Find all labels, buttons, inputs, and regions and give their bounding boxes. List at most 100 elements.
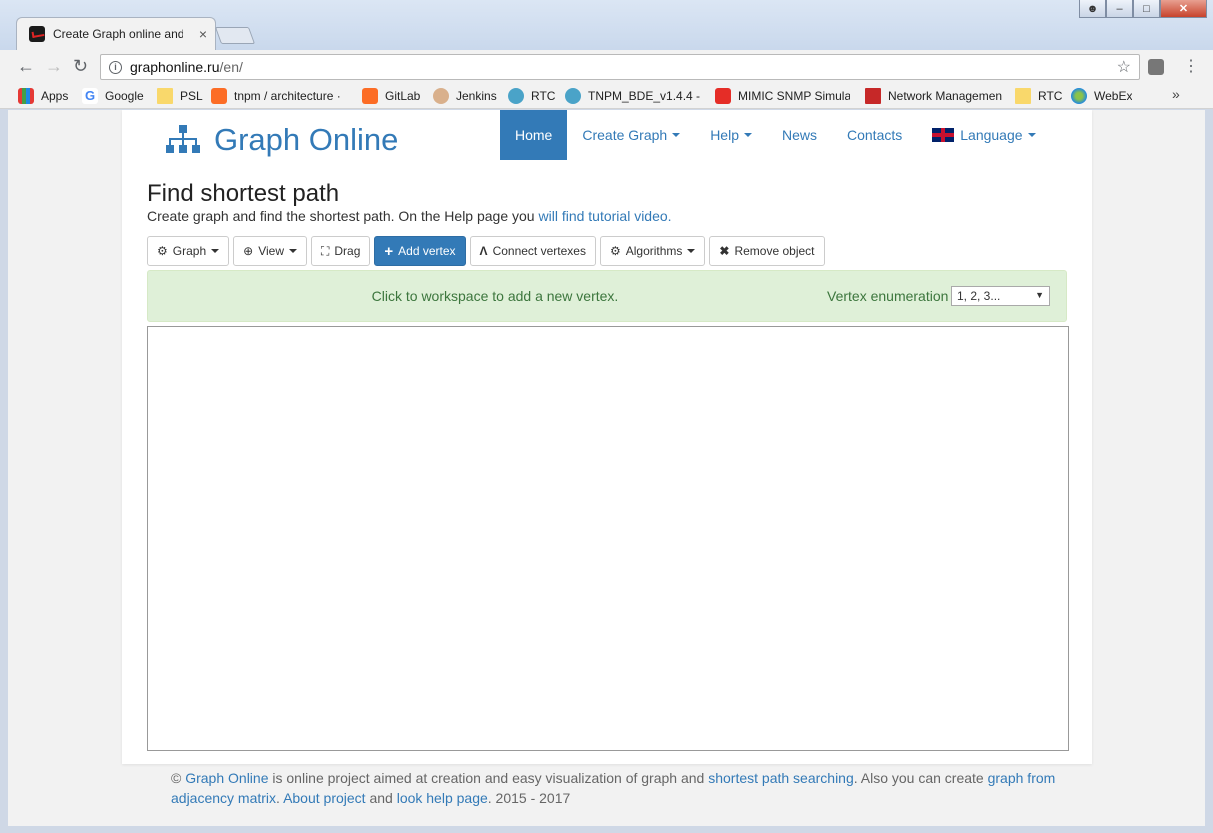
tutorial-video-link[interactable]: will find tutorial video. (538, 208, 671, 224)
caret-down-icon (211, 249, 220, 253)
caret-down-icon (743, 133, 752, 137)
gitlab-icon (211, 88, 227, 104)
bookmark-label: Google (105, 89, 144, 103)
footer-text: © (171, 770, 186, 786)
apps-grid-icon (18, 88, 34, 104)
add-vertex-button[interactable]: + Add vertex (374, 236, 466, 266)
footer-text: . Also you can create (853, 770, 988, 786)
nav-label: Contacts (847, 127, 903, 143)
youtube-icon (715, 88, 731, 104)
footer-text: and (365, 790, 397, 806)
gear-icon: ⚙ (609, 244, 621, 258)
bookmarks-overflow-button[interactable]: » (1172, 86, 1180, 102)
button-label: Graph (172, 244, 207, 258)
view-menu-button[interactable]: ⊕ View (233, 236, 307, 266)
user-icon[interactable]: ☻ (1079, 0, 1106, 18)
bookmark-label: TNPM_BDE_v1.4.4 - C (588, 89, 700, 103)
bookmark-label: GitLab (385, 89, 421, 103)
uk-flag-icon (932, 128, 955, 142)
button-label: Add vertex (398, 244, 456, 258)
bookmark-google[interactable]: G Google (82, 87, 144, 105)
connect-vertexes-button[interactable]: Λ Connect vertexes (469, 236, 596, 266)
forward-arrow-icon[interactable]: → (45, 56, 63, 77)
site-brand[interactable]: Graph Online (166, 122, 398, 158)
address-bar[interactable]: i graphonline.ru/en/ ☆ (100, 54, 1140, 80)
maximize-button[interactable]: □ (1133, 0, 1160, 18)
nav-language[interactable]: Language (917, 110, 1050, 160)
extension-icon[interactable] (1148, 59, 1164, 75)
graph-menu-button[interactable]: ⚙ Graph (147, 236, 230, 266)
browser-toolbar: ← → ↻ i graphonline.ru/en/ ☆ ⋮ (0, 50, 1213, 83)
bookmark-label: RTC (1038, 89, 1063, 103)
fullscreen-icon: ⛶ (320, 243, 330, 258)
bookmark-label: MIMIC SNMP Simulat (738, 89, 850, 103)
close-window-button[interactable]: ✕ (1160, 0, 1207, 18)
rtc-icon (508, 88, 524, 104)
button-label: Algorithms (625, 244, 683, 258)
nav-label: News (781, 127, 817, 143)
bookmark-star-icon[interactable]: ☆ (1117, 57, 1131, 77)
footer-link-shortest-path[interactable]: shortest path searching (708, 770, 854, 786)
bookmark-psl[interactable]: PSL (157, 87, 203, 105)
info-alert: Click to workspace to add a new vertex. … (147, 270, 1067, 322)
bookmark-network-management[interactable]: Network Managemen (865, 87, 1002, 105)
site-favicon-icon (29, 26, 45, 42)
select-value: 1, 2, 3... (957, 289, 1001, 303)
footer-text: is online project aimed at creation and … (268, 770, 709, 786)
alert-message: Click to workspace to add a new vertex. (371, 288, 619, 304)
bookmark-tnpm-architecture[interactable]: tnpm / architecture · (211, 87, 345, 105)
nav-label: Home (515, 127, 553, 143)
page-container: Graph Online Home Create Graph Help News… (122, 110, 1092, 764)
button-label: Drag (334, 244, 361, 258)
button-label: View (258, 244, 284, 258)
reload-icon[interactable]: ↻ (73, 56, 88, 77)
nav-create-graph[interactable]: Create Graph (567, 110, 695, 160)
window-controls: ☻ – □ ✕ (1079, 0, 1207, 20)
browser-tab[interactable]: Create Graph online and × (16, 17, 216, 50)
bookmark-apps[interactable]: Apps (18, 87, 68, 105)
caret-down-icon (672, 133, 681, 137)
bookmark-mimic[interactable]: MIMIC SNMP Simulat (715, 87, 850, 105)
bookmark-label: Jenkins (456, 89, 497, 103)
drag-button[interactable]: ⛶ Drag (310, 236, 371, 266)
webex-icon (1071, 88, 1087, 104)
bookmark-tnpm-bde[interactable]: TNPM_BDE_v1.4.4 - C (565, 87, 700, 105)
road-icon: Λ (479, 244, 488, 258)
bookmark-jenkins[interactable]: Jenkins (433, 87, 497, 105)
tab-close-icon[interactable]: × (199, 26, 207, 42)
vertex-enumeration-select[interactable]: 1, 2, 3... ▼ (951, 286, 1050, 306)
subtitle-text: Create graph and find the shortest path.… (147, 208, 539, 224)
nav-help[interactable]: Help (695, 110, 767, 160)
site-info-icon[interactable]: i (109, 60, 122, 74)
bookmark-rtc[interactable]: RTC (508, 87, 555, 105)
graph-toolbar: ⚙ Graph ⊕ View ⛶ Drag + Add vertex Λ Connect … (147, 236, 829, 266)
nav-home[interactable]: Home (500, 110, 568, 160)
new-tab-button[interactable] (214, 27, 256, 44)
graph-workspace-canvas[interactable] (147, 326, 1069, 751)
algorithms-menu-button[interactable]: ⚙ Algorithms (599, 236, 706, 266)
footer-link-about-project[interactable]: About project (283, 790, 366, 806)
bookmark-rtc-folder[interactable]: RTC (1015, 87, 1062, 105)
folder-icon (157, 88, 173, 104)
minimize-button[interactable]: – (1106, 0, 1133, 18)
bookmark-webex[interactable]: WebEx (1071, 87, 1132, 105)
brand-text: Graph Online (214, 122, 399, 157)
bookmark-gitlab[interactable]: GitLab (362, 87, 420, 105)
remove-object-button[interactable]: ✖ Remove object (709, 236, 825, 266)
nav-news[interactable]: News (767, 110, 832, 160)
google-icon: G (82, 88, 98, 104)
browser-menu-icon[interactable]: ⋮ (1183, 56, 1199, 76)
bookmark-label: WebEx (1094, 89, 1133, 103)
jenkins-icon (433, 88, 449, 104)
vertex-enumeration-label: Vertex enumeration (827, 288, 949, 304)
page-title: Find shortest path (147, 180, 340, 207)
nav-contacts[interactable]: Contacts (832, 110, 917, 160)
back-arrow-icon[interactable]: ← (17, 56, 35, 77)
nav-label: Create Graph (582, 127, 668, 143)
bookmark-label: tnpm / architecture · (234, 89, 341, 103)
footer-text: . 2015 - 2017 (487, 790, 571, 806)
footer-text: . (276, 790, 284, 806)
footer-link-help-page[interactable]: look help page (397, 790, 488, 806)
bookmark-label: Apps (41, 89, 69, 103)
footer-link-graph-online[interactable]: Graph Online (185, 770, 268, 786)
